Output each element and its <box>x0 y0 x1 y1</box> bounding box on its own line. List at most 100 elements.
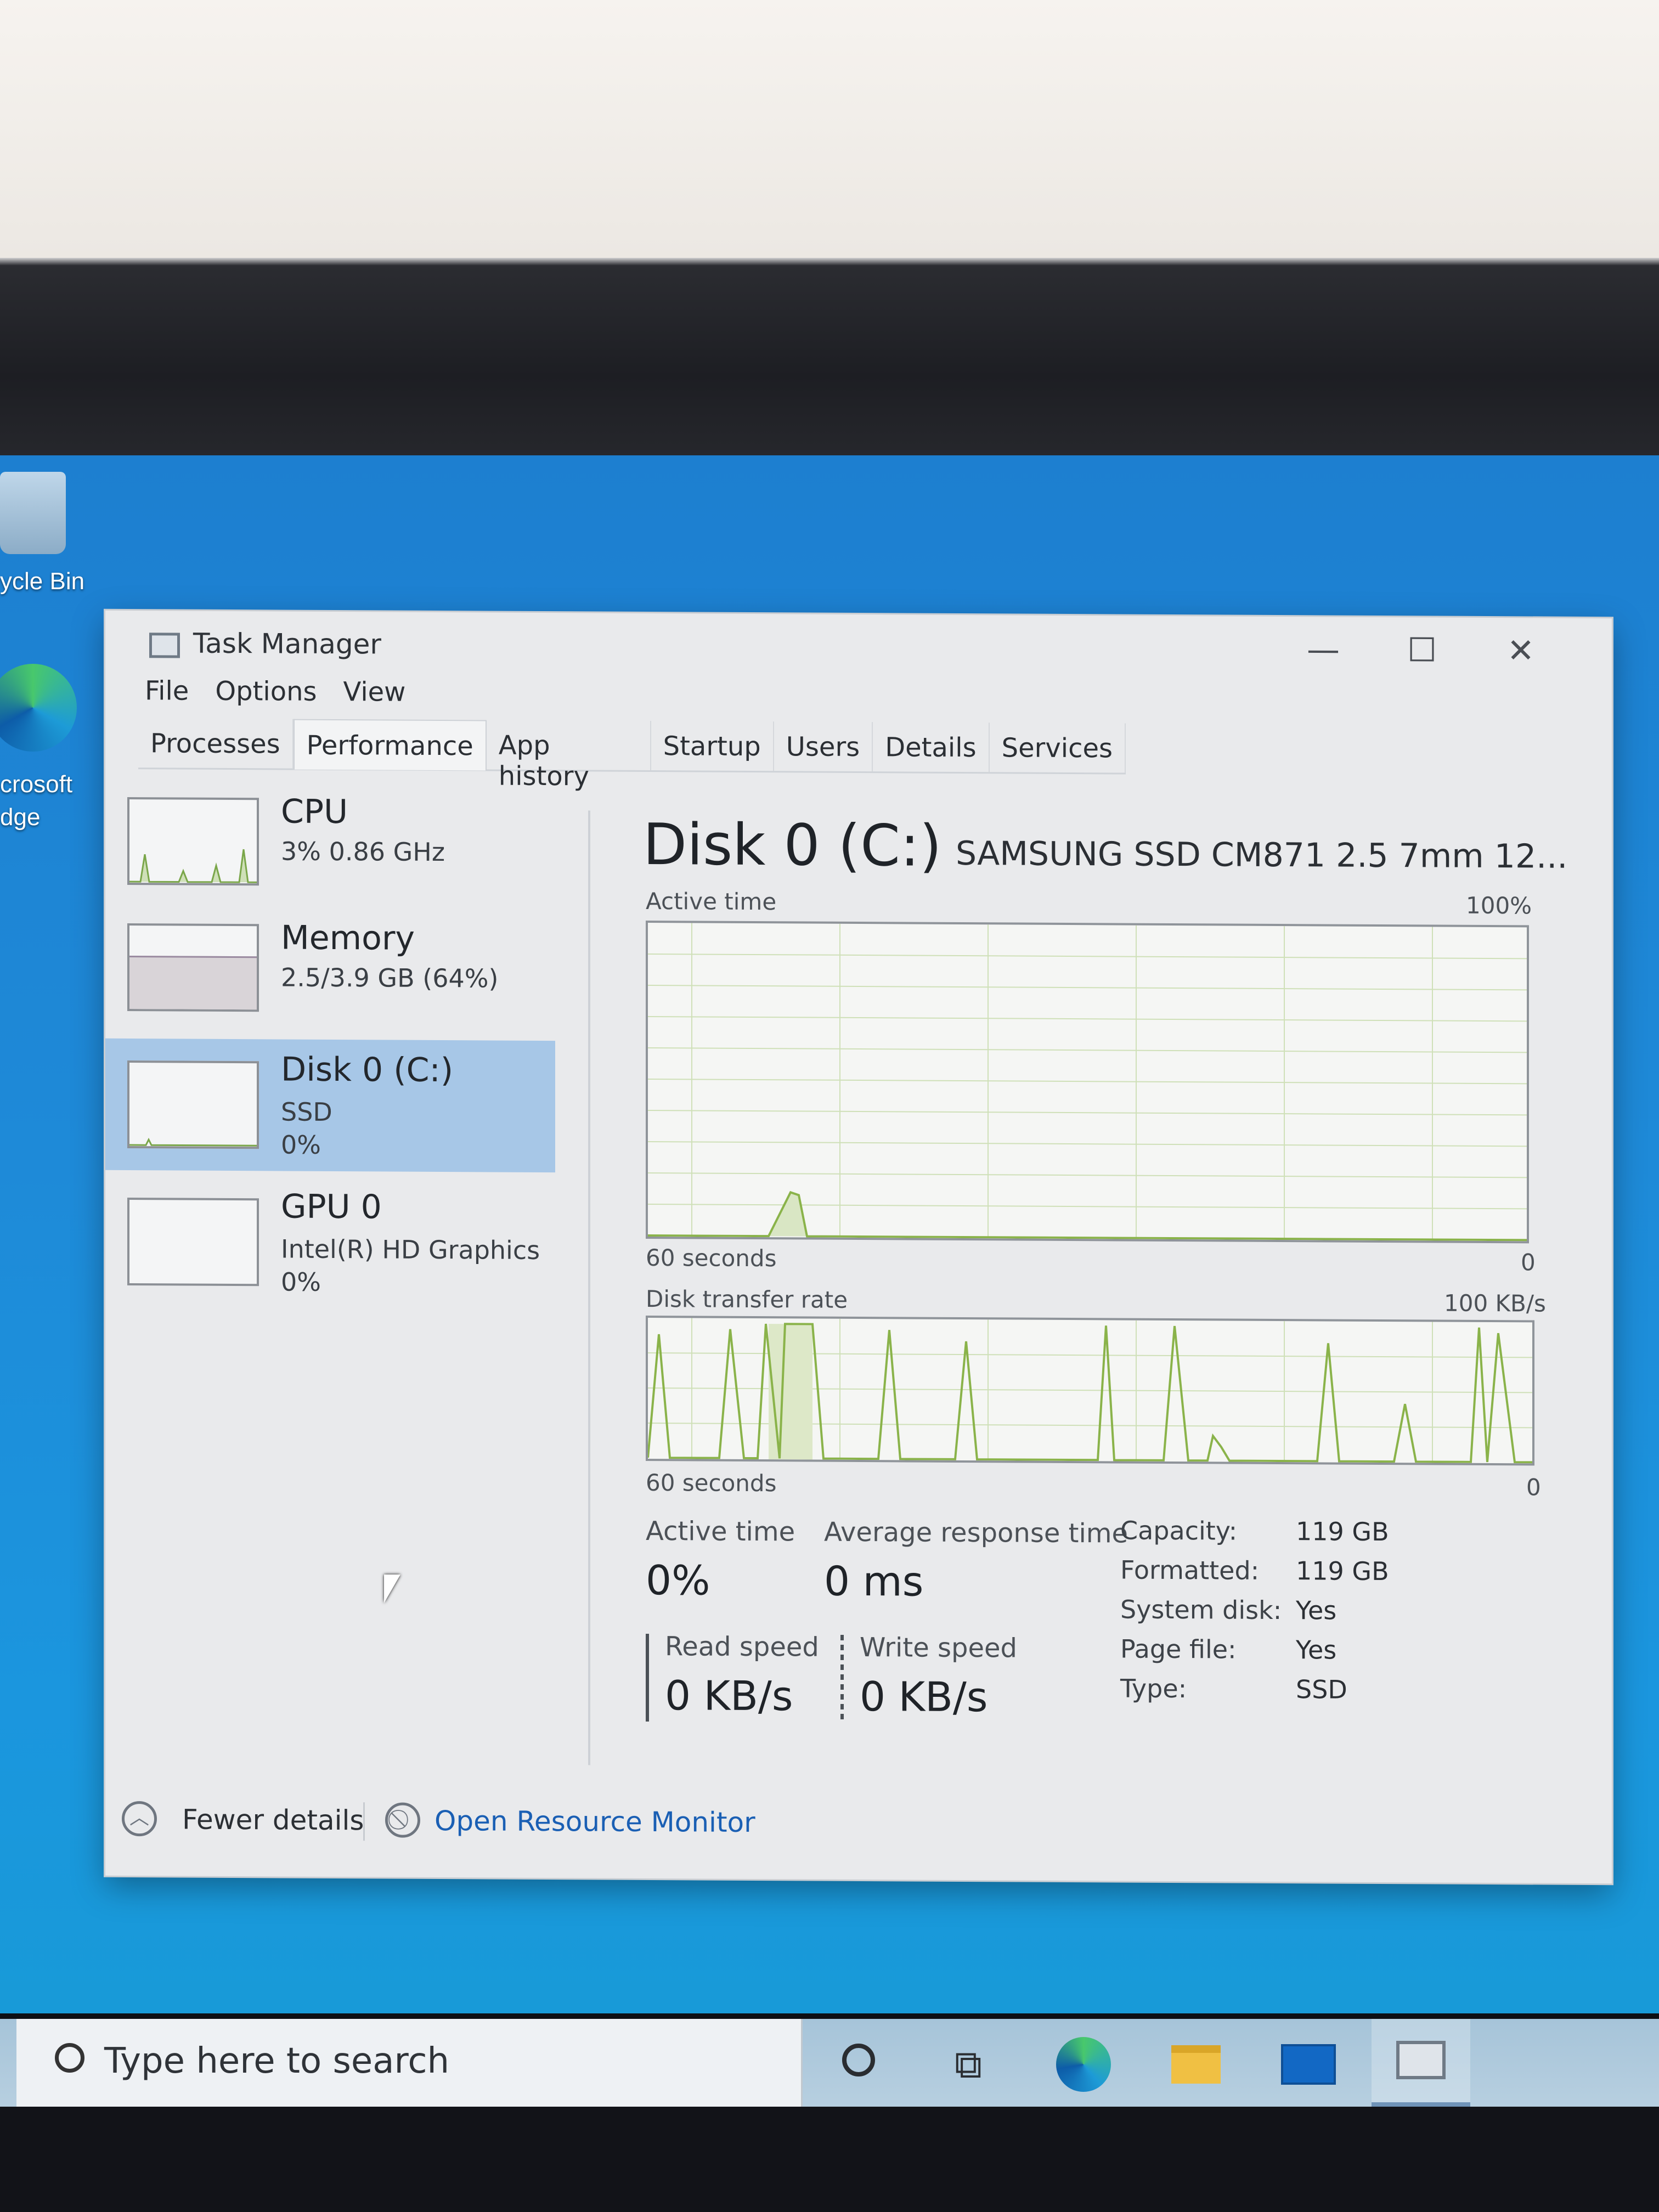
close-button[interactable]: ✕ <box>1493 629 1548 673</box>
capacity-value: 119 GB <box>1296 1516 1389 1547</box>
write-speed-value: 0 KB/s <box>860 1673 988 1722</box>
file-explorer-icon[interactable] <box>1166 2034 1226 2095</box>
active-time-value: 0% <box>646 1556 710 1605</box>
menu-file[interactable]: File <box>145 675 189 708</box>
disk-name: Disk 0 (C:) <box>281 1050 454 1090</box>
active-time-chart <box>648 923 1527 1242</box>
read-speed-label: Read speed <box>665 1631 819 1663</box>
disk-model: SAMSUNG SSD CM871 2.5 7mm 12... <box>956 834 1568 876</box>
disk-usage: 0% <box>281 1130 321 1160</box>
tab-details[interactable]: Details <box>873 722 990 772</box>
disk-mini-chart <box>129 1137 257 1147</box>
recycle-bin-icon[interactable] <box>0 472 66 554</box>
panel-divider[interactable] <box>588 810 590 1765</box>
tab-services[interactable]: Services <box>989 723 1126 773</box>
chevron-up-icon[interactable]: ︿ <box>122 1801 157 1837</box>
avg-response-label: Average response time <box>824 1516 1128 1549</box>
transfer-rate-graph-duration: 60 seconds <box>646 1469 777 1497</box>
active-time-graph <box>646 920 1529 1244</box>
task-manager-window: Task Manager — ☐ ✕ File Options View Pro… <box>105 610 1612 1884</box>
active-time-graph-duration: 60 seconds <box>646 1244 777 1272</box>
tab-app-history[interactable]: App history <box>486 720 651 792</box>
menu-bar: File Options View <box>145 675 405 709</box>
type-label: Type: <box>1120 1673 1187 1704</box>
tab-startup[interactable]: Startup <box>651 721 774 771</box>
maximize-button[interactable]: ☐ <box>1395 628 1449 673</box>
active-time-label: Active time <box>646 1515 795 1548</box>
transfer-rate-graph <box>646 1315 1534 1466</box>
menu-options[interactable]: Options <box>215 676 317 709</box>
transfer-rate-graph-label: Disk transfer rate <box>646 1285 848 1313</box>
edge-icon[interactable] <box>1053 2034 1114 2095</box>
task-manager-taskbar-icon <box>1396 2041 1446 2079</box>
page-file-value: Yes <box>1296 1635 1337 1665</box>
taskbar: Type here to search ⧉ <box>0 2019 1659 2107</box>
wall-background <box>0 0 1659 258</box>
cpu-thumbnail-graph <box>127 797 259 886</box>
title-bar[interactable]: Task Manager — ☐ ✕ <box>105 611 1612 679</box>
disk-heading: Disk 0 (C:) <box>643 810 942 879</box>
tab-performance[interactable]: Performance <box>293 719 487 771</box>
menu-view[interactable]: View <box>343 676 406 710</box>
fewer-details-link[interactable]: Fewer details <box>182 1804 364 1837</box>
monitor-bezel <box>0 258 1659 611</box>
tab-strip: Processes Performance App history Startu… <box>138 718 1126 792</box>
capacity-label: Capacity: <box>1120 1515 1238 1546</box>
window-title: Task Manager <box>193 627 381 661</box>
formatted-value: 119 GB <box>1296 1556 1389 1587</box>
search-icon <box>55 2043 84 2073</box>
write-speed-bar <box>840 1634 844 1723</box>
mail-icon[interactable] <box>1278 2034 1339 2095</box>
formatted-label: Formatted: <box>1120 1555 1260 1585</box>
type-value: SSD <box>1296 1674 1347 1705</box>
active-time-graph-max: 100% <box>1466 891 1532 919</box>
avg-response-value: 0 ms <box>824 1558 924 1606</box>
cpu-name: CPU <box>281 792 348 832</box>
footer-separator <box>363 1802 365 1841</box>
page-file-label: Page file: <box>1120 1634 1237 1664</box>
gpu-usage: 0% <box>281 1267 321 1297</box>
edge-label-line2: dge <box>0 804 41 831</box>
transfer-rate-graph-max: 100 KB/s <box>1444 1289 1546 1317</box>
performance-sidebar: CPU 3% 0.86 GHz Memory 2.5/3.9 GB (64%) … <box>105 786 555 1721</box>
system-disk-value: Yes <box>1296 1595 1337 1626</box>
sidebar-item-gpu0[interactable]: GPU 0 Intel(R) HD Graphics 0% <box>105 1176 555 1310</box>
write-speed-label: Write speed <box>860 1632 1017 1664</box>
memory-fill <box>129 956 257 1012</box>
open-resource-monitor-link[interactable]: Open Resource Monitor <box>435 1805 755 1838</box>
monitor-bottom-bezel <box>0 2107 1659 2212</box>
cpu-usage: 3% 0.86 GHz <box>281 836 445 867</box>
sidebar-item-memory[interactable]: Memory 2.5/3.9 GB (64%) <box>105 912 555 1046</box>
read-speed-value: 0 KB/s <box>665 1672 793 1720</box>
system-disk-label: System disk: <box>1120 1594 1282 1626</box>
transfer-rate-chart <box>648 1318 1532 1464</box>
disk-type: SSD <box>281 1097 332 1127</box>
gpu-name: GPU 0 <box>281 1187 382 1227</box>
window-footer: ︿ Fewer details ⃠ Open Resource Monitor <box>105 1785 1612 1858</box>
gpu-model: Intel(R) HD Graphics <box>281 1234 540 1265</box>
cpu-mini-chart <box>129 849 257 883</box>
read-speed-bar <box>646 1633 649 1722</box>
minimize-button[interactable]: — <box>1296 628 1351 672</box>
disk-thumbnail-graph <box>127 1060 259 1149</box>
recycle-bin-label: ycle Bin <box>0 568 85 595</box>
search-placeholder: Type here to search <box>104 2041 450 2081</box>
cortana-icon[interactable] <box>828 2034 889 2095</box>
task-view-icon[interactable]: ⧉ <box>938 2034 998 2095</box>
active-time-graph-label: Active time <box>646 887 777 916</box>
memory-name: Memory <box>281 918 415 958</box>
memory-thumbnail-graph <box>127 923 259 1012</box>
gpu-thumbnail-graph <box>127 1198 259 1286</box>
resource-monitor-icon[interactable]: ⃠ <box>385 1802 420 1838</box>
sidebar-item-cpu[interactable]: CPU 3% 0.86 GHz <box>105 786 555 920</box>
tab-processes[interactable]: Processes <box>138 718 294 769</box>
task-manager-icon <box>149 633 180 658</box>
task-manager-taskbar-button[interactable] <box>1372 2019 1470 2107</box>
taskbar-search-box[interactable]: Type here to search <box>16 2019 803 2107</box>
active-time-graph-min: 0 <box>1521 1249 1536 1276</box>
sidebar-item-disk0[interactable]: Disk 0 (C:) SSD 0% <box>105 1038 555 1173</box>
tab-users[interactable]: Users <box>774 721 873 772</box>
mouse-cursor-icon <box>384 1575 400 1603</box>
memory-usage: 2.5/3.9 GB (64%) <box>281 962 499 994</box>
transfer-rate-graph-min: 0 <box>1526 1474 1541 1501</box>
